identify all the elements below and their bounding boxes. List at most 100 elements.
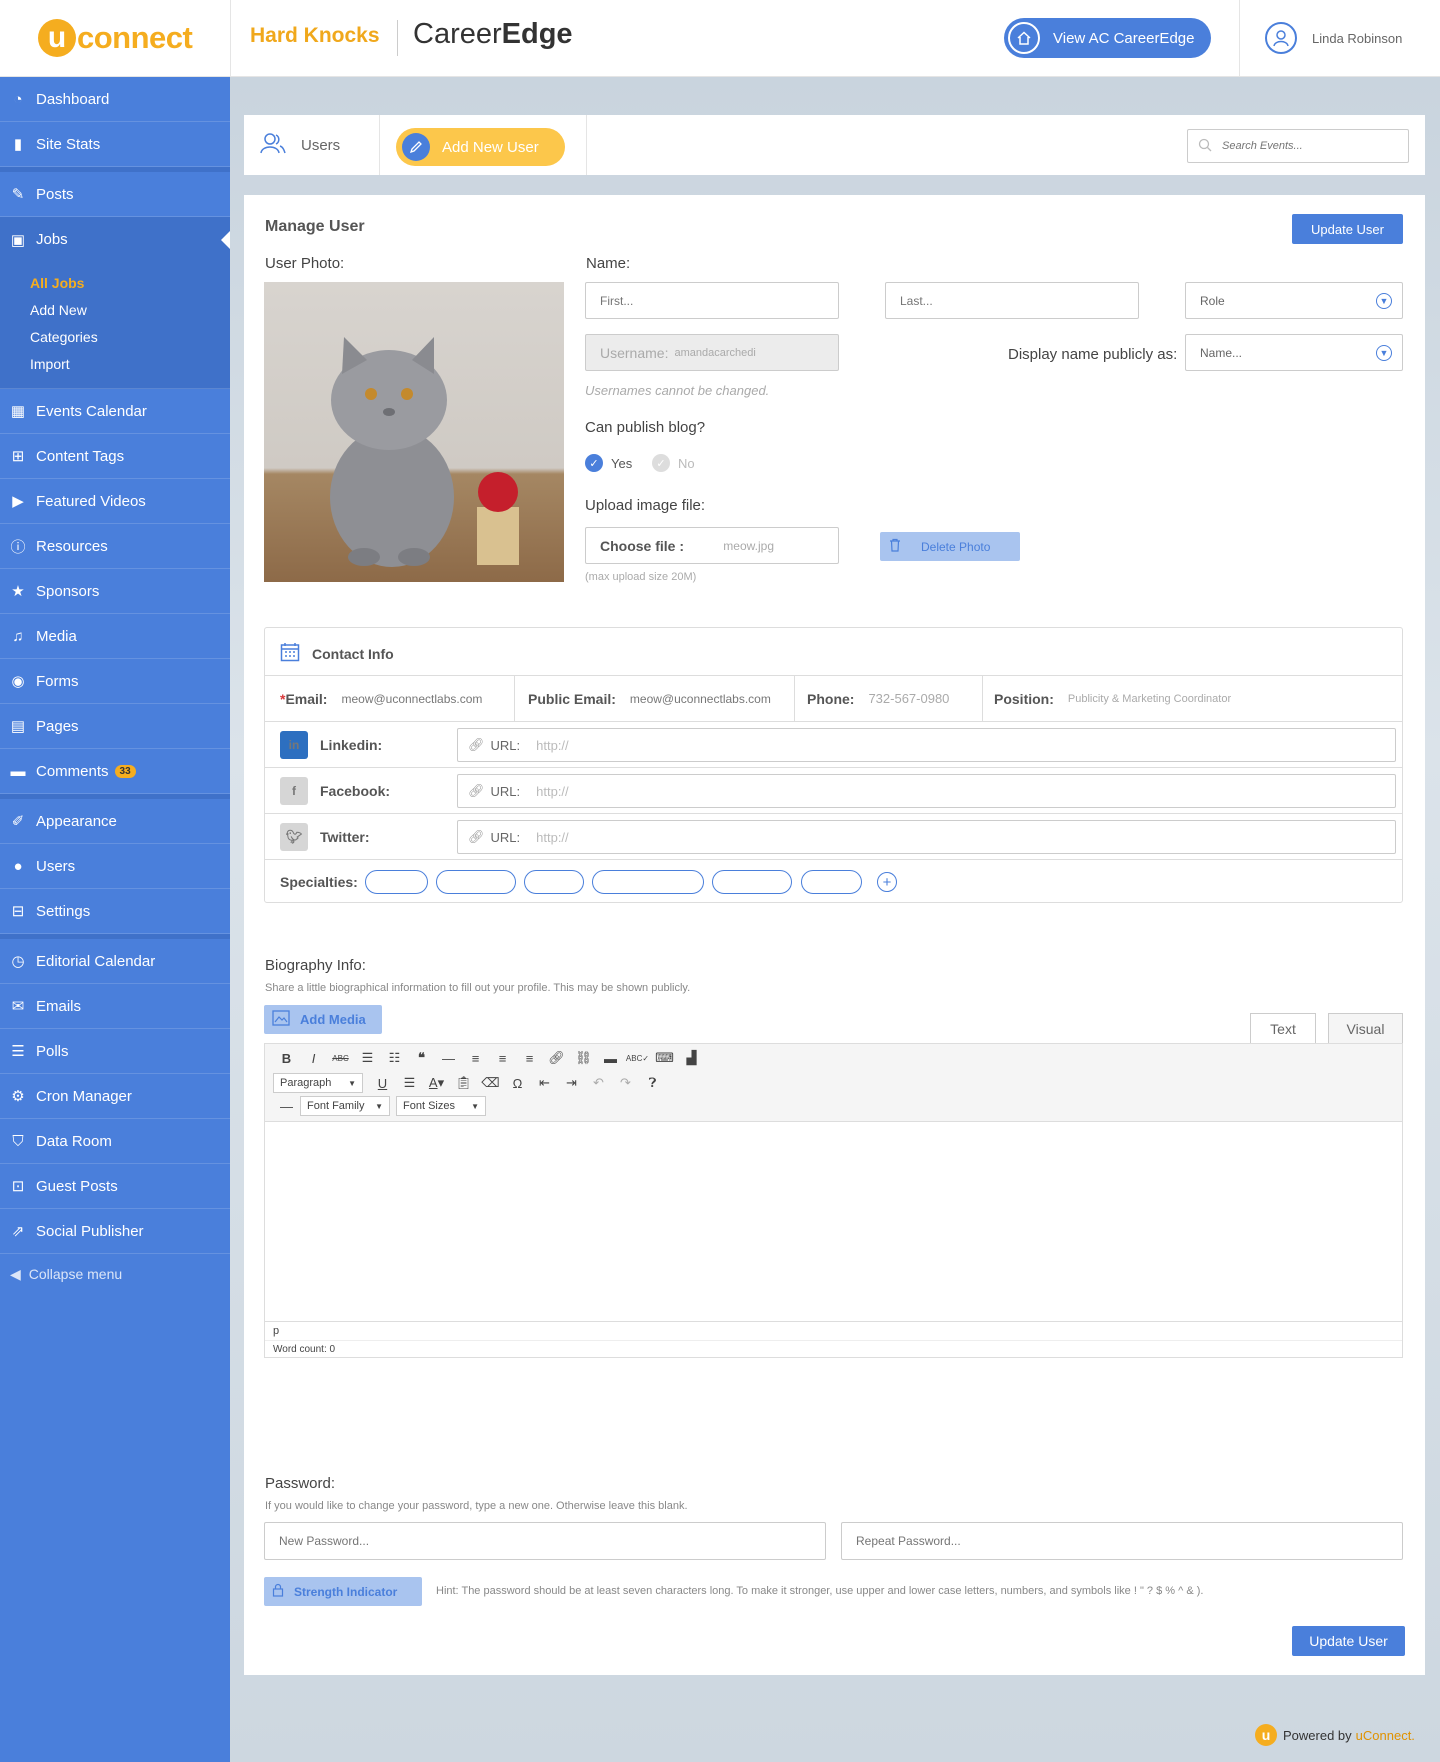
specialty-tag[interactable] bbox=[801, 870, 862, 894]
align-left-icon[interactable]: ≡ bbox=[462, 1051, 489, 1066]
specialty-tag[interactable] bbox=[712, 870, 792, 894]
powered-by-brand[interactable]: uConnect. bbox=[1356, 1728, 1415, 1743]
underline-icon[interactable]: U bbox=[369, 1076, 396, 1091]
facebook-url-input[interactable]: 🔗︎ URL: http:// bbox=[457, 774, 1396, 808]
update-user-button-top[interactable]: Update User bbox=[1292, 214, 1403, 244]
sidebar-item-emails[interactable]: ✉ Emails bbox=[0, 984, 230, 1029]
numbered-list-icon[interactable]: ☷ bbox=[381, 1050, 408, 1066]
role-select[interactable]: Role ▼ bbox=[1185, 282, 1403, 319]
sidebar-item-users[interactable]: ● Users bbox=[0, 844, 230, 889]
blockquote-icon[interactable]: ❝ bbox=[408, 1050, 435, 1066]
font-sizes-select[interactable]: Font Sizes ▼ bbox=[396, 1096, 486, 1116]
sidebar-item-comments[interactable]: ▬ Comments 33 bbox=[0, 749, 230, 794]
paragraph-select[interactable]: Paragraph ▼ bbox=[273, 1073, 363, 1093]
sidebar-item-settings[interactable]: ⊟ Settings bbox=[0, 889, 230, 934]
uconnect-logo[interactable]: u connect bbox=[38, 16, 193, 60]
sidebar-item-resources[interactable]: ⓘ Resources bbox=[0, 524, 230, 569]
sidebar-item-dashboard[interactable]: ◔ Dashboard bbox=[0, 77, 230, 122]
sidebar-item-events-calendar[interactable]: ▦ Events Calendar bbox=[0, 389, 230, 434]
sidebar-item-jobs[interactable]: ▣ Jobs bbox=[0, 217, 230, 262]
sidebar-item-social-publisher[interactable]: ⇗ Social Publisher bbox=[0, 1209, 230, 1254]
chart-icon[interactable]: ▟ bbox=[678, 1050, 705, 1066]
publish-no-radio[interactable]: ✓ No bbox=[652, 454, 695, 472]
text-color-icon[interactable]: A▾ bbox=[423, 1075, 450, 1091]
tab-add-new-user[interactable]: Add New User bbox=[396, 128, 565, 166]
search-box[interactable] bbox=[1187, 129, 1409, 163]
bold-icon[interactable]: B bbox=[273, 1051, 300, 1066]
file-chooser[interactable]: Choose file : meow.jpg bbox=[585, 527, 839, 564]
add-media-button[interactable]: Add Media bbox=[264, 1005, 382, 1034]
bullet-list-icon[interactable]: ☰ bbox=[354, 1050, 381, 1066]
email-value[interactable]: meow@uconnectlabs.com bbox=[341, 692, 482, 706]
sidebar-item-posts[interactable]: ✎ Posts bbox=[0, 172, 230, 217]
font-family-select[interactable]: Font Family ▼ bbox=[300, 1096, 390, 1116]
sidebar-item-appearance[interactable]: ✐ Appearance bbox=[0, 799, 230, 844]
twitter-url-input[interactable]: 🔗︎ URL: http:// bbox=[457, 820, 1396, 854]
search-input[interactable] bbox=[1222, 140, 1382, 152]
sidebar-item-featured-videos[interactable]: ▶ Featured Videos bbox=[0, 479, 230, 524]
undo-icon[interactable]: ↶ bbox=[585, 1075, 612, 1091]
horizontal-rule-icon[interactable]: — bbox=[435, 1051, 462, 1066]
clear-format-icon[interactable]: ⌫ bbox=[477, 1075, 504, 1091]
indent-icon[interactable]: ⇥ bbox=[558, 1075, 585, 1091]
user-menu[interactable]: Linda Robinson bbox=[1265, 22, 1402, 54]
phone-value[interactable]: 732-567-0980 bbox=[868, 691, 949, 706]
update-user-button-bottom[interactable]: Update User bbox=[1292, 1626, 1405, 1656]
spellcheck-icon[interactable]: ABC✓ bbox=[624, 1054, 651, 1063]
linkedin-url-input[interactable]: 🔗︎ URL: http:// bbox=[457, 728, 1396, 762]
sidebar-item-editorial-calendar[interactable]: ◷ Editorial Calendar bbox=[0, 939, 230, 984]
specialty-tag[interactable] bbox=[436, 870, 516, 894]
specialty-tag[interactable] bbox=[524, 870, 584, 894]
first-name-input[interactable] bbox=[585, 282, 839, 319]
sidebar-item-label: Editorial Calendar bbox=[36, 952, 156, 970]
italic-icon[interactable]: I bbox=[300, 1051, 327, 1066]
help-icon[interactable]: ❓︎ bbox=[639, 1075, 666, 1091]
redo-icon[interactable]: ↷ bbox=[612, 1075, 639, 1091]
submenu-add-new[interactable]: Add New bbox=[30, 297, 230, 324]
specialty-tag[interactable] bbox=[365, 870, 428, 894]
submenu-all-jobs[interactable]: All Jobs bbox=[30, 270, 230, 297]
publish-yes-radio[interactable]: ✓ Yes bbox=[585, 454, 632, 472]
unlink-icon[interactable]: ⛓ bbox=[570, 1050, 597, 1066]
paste-text-icon[interactable]: 📋︎ bbox=[450, 1075, 477, 1091]
public-email-value[interactable]: meow@uconnectlabs.com bbox=[630, 692, 771, 706]
keyboard-icon[interactable]: ⌨ bbox=[651, 1050, 678, 1066]
sidebar-item-data-room[interactable]: ⛉ Data Room bbox=[0, 1119, 230, 1164]
editor-tab-text[interactable]: Text bbox=[1250, 1013, 1316, 1043]
strikethrough-icon[interactable]: ABC bbox=[327, 1054, 354, 1063]
sidebar-item-forms[interactable]: ◉ Forms bbox=[0, 659, 230, 704]
sidebar-item-sponsors[interactable]: ★ Sponsors bbox=[0, 569, 230, 614]
special-char-icon[interactable]: Ω bbox=[504, 1076, 531, 1091]
sidebar-item-pages[interactable]: ▤ Pages bbox=[0, 704, 230, 749]
collapse-menu[interactable]: ◀ Collapse menu bbox=[0, 1254, 230, 1294]
logo-mark: u bbox=[38, 19, 76, 57]
new-password-input[interactable] bbox=[264, 1522, 826, 1560]
submenu-categories[interactable]: Categories bbox=[30, 324, 230, 351]
read-more-icon[interactable]: ▬ bbox=[597, 1051, 624, 1066]
outdent-icon[interactable]: ⇤ bbox=[531, 1075, 558, 1091]
view-careeredge-button[interactable]: View AC CareerEdge bbox=[1004, 18, 1211, 58]
position-value[interactable]: Publicity & Marketing Coordinator bbox=[1068, 693, 1231, 705]
editor-tab-visual[interactable]: Visual bbox=[1328, 1013, 1403, 1043]
repeat-password-input[interactable] bbox=[841, 1522, 1403, 1560]
hr-icon[interactable]: — bbox=[273, 1099, 300, 1114]
last-name-input[interactable] bbox=[885, 282, 1139, 319]
link-icon[interactable]: 🔗︎ bbox=[543, 1050, 570, 1066]
sidebar-item-media[interactable]: ♫ Media bbox=[0, 614, 230, 659]
add-specialty-icon[interactable]: + bbox=[877, 872, 897, 892]
display-name-select[interactable]: Name... ▼ bbox=[1185, 334, 1403, 371]
sidebar-item-polls[interactable]: ☰ Polls bbox=[0, 1029, 230, 1074]
justify-icon[interactable]: ☰ bbox=[396, 1075, 423, 1091]
sidebar-item-content-tags[interactable]: ⊞ Content Tags bbox=[0, 434, 230, 479]
sidebar-item-guest-posts[interactable]: ⊡ Guest Posts bbox=[0, 1164, 230, 1209]
submenu-import[interactable]: Import bbox=[30, 351, 230, 378]
tab-users[interactable]: Users bbox=[244, 115, 380, 175]
delete-photo-button[interactable]: Delete Photo bbox=[880, 532, 1020, 561]
sidebar-item-label: Jobs bbox=[36, 231, 68, 248]
editor-content-area[interactable] bbox=[265, 1122, 1402, 1322]
sidebar-item-cron-manager[interactable]: ⚙ Cron Manager bbox=[0, 1074, 230, 1119]
sidebar-item-site-stats[interactable]: ▮ Site Stats bbox=[0, 122, 230, 167]
align-center-icon[interactable]: ≡ bbox=[489, 1051, 516, 1066]
align-right-icon[interactable]: ≡ bbox=[516, 1051, 543, 1066]
specialty-tag[interactable] bbox=[592, 870, 704, 894]
